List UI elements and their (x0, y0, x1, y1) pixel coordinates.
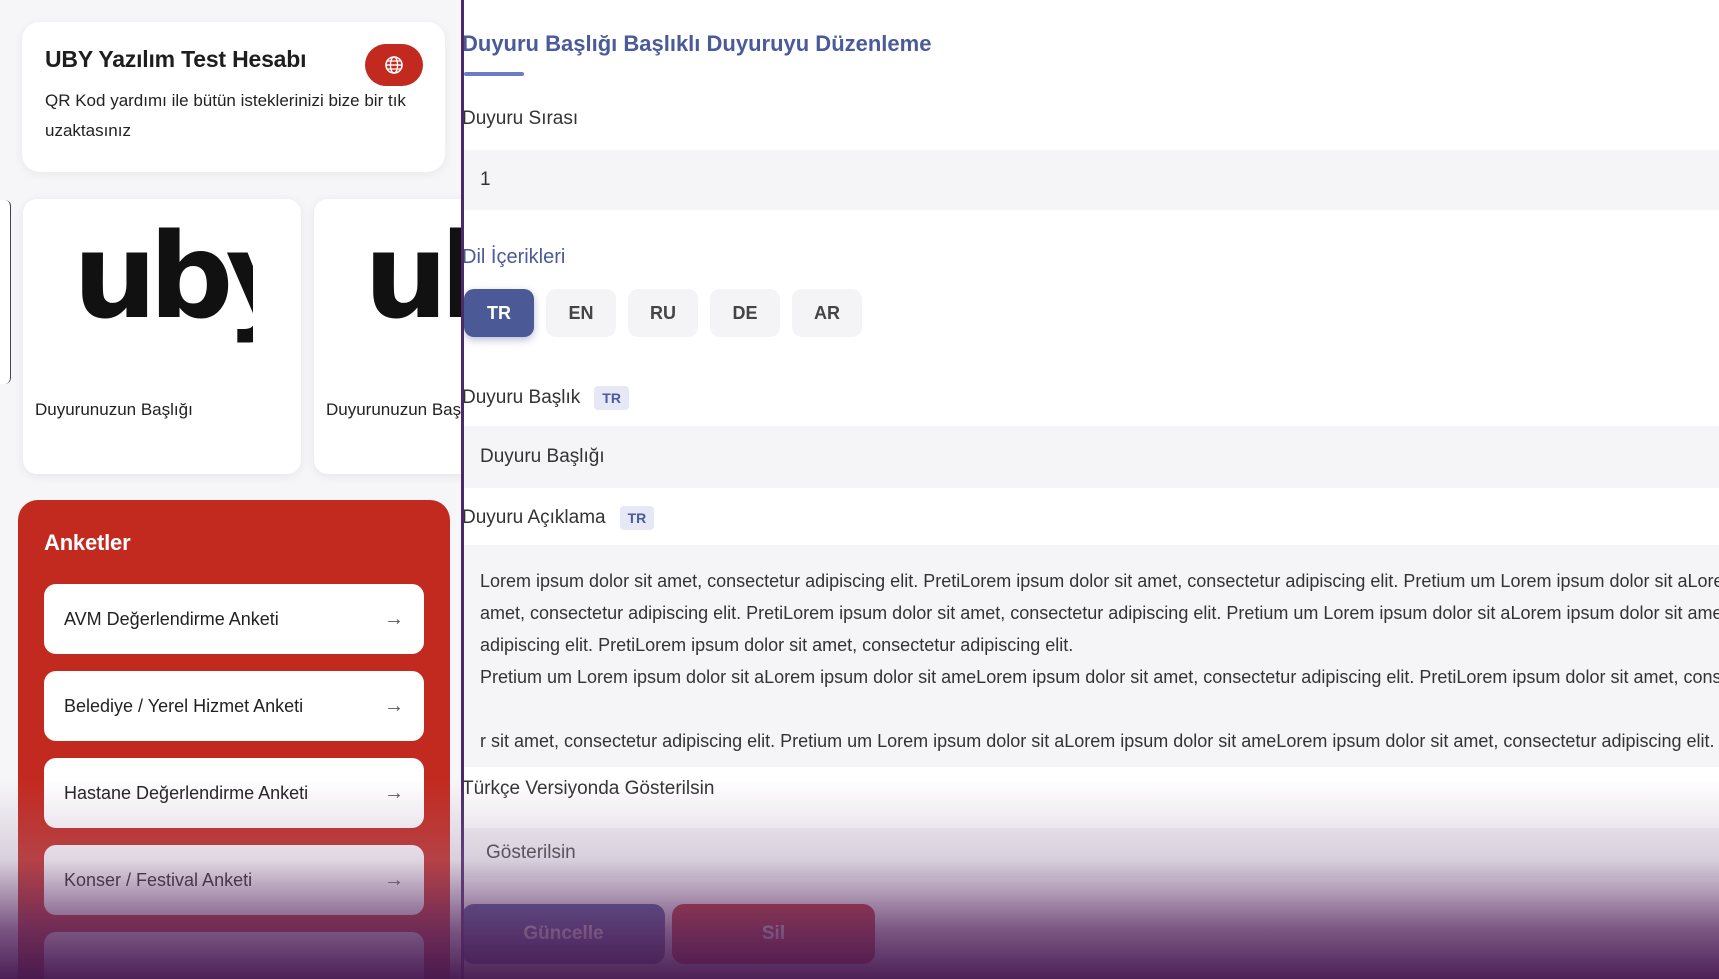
arrow-right-icon: → (384, 868, 404, 891)
delete-button[interactable]: Sil (672, 904, 875, 964)
left-panel: UBY Yazılım Test Hesabı QR Kod yardımı i… (0, 0, 462, 979)
uby-logo: uby (73, 217, 253, 345)
survey-item[interactable]: Hastane Değerlendirme Anketi → (44, 758, 424, 828)
show-label-text: Türkçe Versiyonda Gösterilsin (464, 778, 715, 799)
carousel-prev-card-edge[interactable] (0, 200, 11, 384)
arrow-right-icon: → (384, 607, 404, 630)
survey-item[interactable]: Konser / Festival Anketi → (44, 845, 424, 915)
language-globe-button[interactable] (365, 44, 423, 86)
title-input[interactable]: Duyuru Başlığı (464, 426, 1719, 488)
account-title: UBY Yazılım Test Hesabı (45, 46, 307, 72)
tab-lang-tr[interactable]: TR (464, 289, 534, 337)
announcement-caption: Duyurunuzun Başlığı (326, 400, 462, 419)
lang-badge: TR (594, 386, 629, 410)
announcement-card[interactable]: uby Duyurunuzun Başlığı (314, 199, 462, 474)
surveys-panel: Anketler AVM Değerlendirme Anketi → Bele… (18, 500, 450, 979)
announcement-caption: Duyurunuzun Başlığı (35, 400, 193, 419)
surveys-heading: Anketler (44, 530, 131, 555)
show-field-label: Türkçe Versiyonda Gösterilsin (464, 778, 714, 800)
lang-badge: TR (619, 506, 655, 530)
show-value: Gösterilsin (486, 842, 576, 863)
tab-lang-ru[interactable]: RU (628, 289, 698, 337)
announcement-card[interactable]: uby Duyurunuzun Başlığı (23, 199, 301, 474)
account-card: UBY Yazılım Test Hesabı QR Kod yardımı i… (22, 22, 445, 172)
description-label-text: Duyuru Açıklama (464, 507, 606, 528)
order-label-text: Duyuru Sırası (464, 108, 579, 129)
page-title: Duyuru Başlığı Başlıklı Duyuruyu Düzenle… (464, 31, 932, 56)
order-input[interactable]: 1 (464, 150, 1719, 210)
order-label: Duyuru Sırası (464, 108, 578, 130)
globe-icon (385, 56, 403, 74)
tab-lang-ar[interactable]: AR (792, 289, 862, 337)
description-field-label: Duyuru Açıklama TR (464, 506, 655, 530)
title-value: Duyuru Başlığı (480, 446, 605, 467)
title-label-text: Duyuru Başlık (464, 387, 581, 408)
update-button[interactable]: Güncelle (464, 904, 665, 964)
edit-announcement-form: Duyuru Başlığı Başlıklı Duyuruyu Düzenle… (464, 0, 1719, 979)
svg-text:uby: uby (73, 217, 253, 345)
survey-item[interactable]: AVM Değerlendirme Anketi → (44, 584, 424, 654)
arrow-right-icon: → (384, 781, 404, 804)
language-contents-title: Dil İçerikleri (464, 246, 566, 268)
title-field-label: Duyuru Başlık TR (464, 386, 629, 410)
survey-item-label: AVM Değerlendirme Anketi (64, 608, 279, 629)
survey-item-label: Hastane Değerlendirme Anketi (64, 782, 309, 803)
account-description: QR Kod yardımı ile bütün isteklerinizi b… (45, 91, 406, 140)
svg-text:uby: uby (364, 217, 462, 345)
tab-lang-de[interactable]: DE (710, 289, 780, 337)
survey-item-label: Konser / Festival Anketi (64, 869, 253, 890)
tab-lang-en[interactable]: EN (546, 289, 616, 337)
arrow-right-icon: → (384, 694, 404, 717)
survey-item[interactable]: Belediye / Yerel Hizmet Anketi → (44, 671, 424, 741)
survey-item[interactable] (44, 932, 424, 979)
order-value: 1 (480, 169, 491, 190)
description-textarea[interactable]: Lorem ipsum dolor sit amet, consectetur … (464, 545, 1719, 767)
show-select[interactable]: Gösterilsin (464, 828, 1719, 878)
title-underline (464, 72, 524, 76)
survey-item-label: Belediye / Yerel Hizmet Anketi (64, 695, 304, 716)
uby-logo: uby (364, 217, 462, 345)
